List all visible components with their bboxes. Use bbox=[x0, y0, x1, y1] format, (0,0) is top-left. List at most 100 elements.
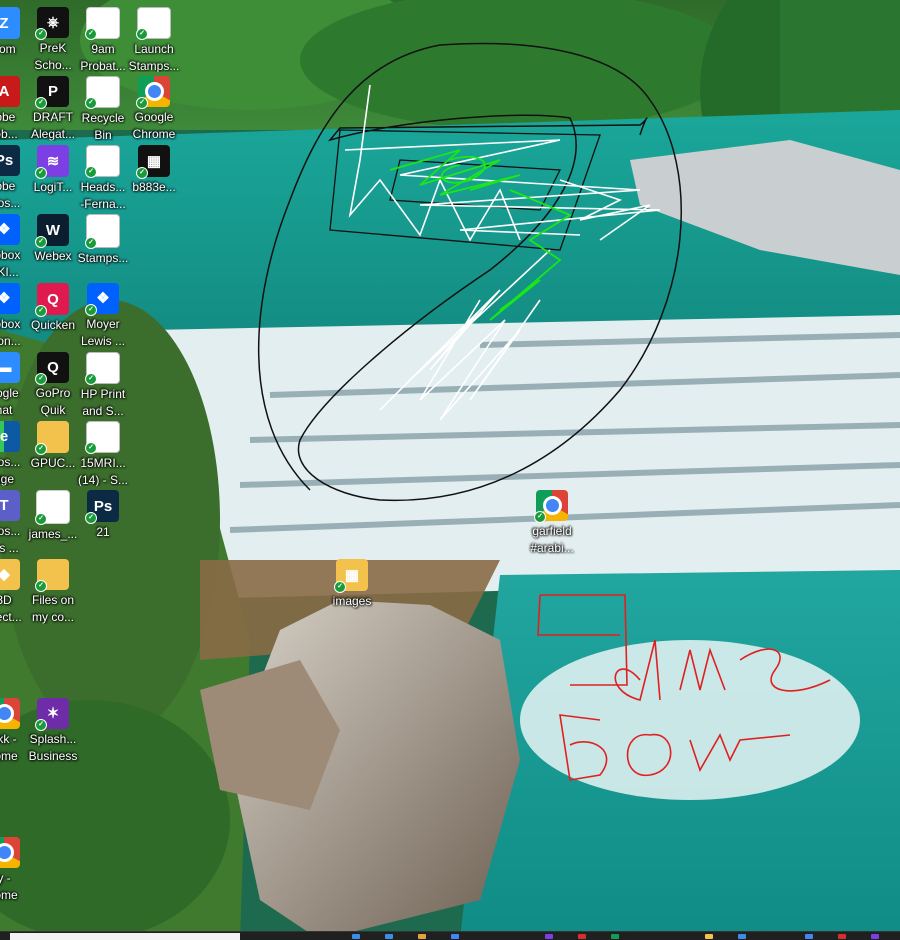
desktop-icon-label: Moyer Lewis ... bbox=[80, 316, 125, 348]
recycle-icon: ♻ ✓ bbox=[85, 76, 120, 109]
desktop-icon-splash[interactable]: ✶ ✓ Splash... Business bbox=[19, 695, 87, 763]
quicken-glyph: Q bbox=[47, 290, 59, 308]
edge-glyph: e bbox=[0, 427, 9, 445]
gpuc-icon: ✓ bbox=[35, 421, 69, 455]
sync-status-icon: ✓ bbox=[35, 372, 47, 385]
zoom-icon: Z✓ bbox=[0, 7, 20, 39]
moyer-glyph: ❖ bbox=[96, 290, 110, 308]
sync-status-icon: ✓ bbox=[35, 27, 47, 40]
sync-status-icon: ✓ bbox=[35, 236, 47, 248]
desktop-icon-label: garfield #arabi... bbox=[530, 523, 574, 555]
desktop-icon-label: 21 bbox=[96, 525, 110, 539]
draft-icon: P ✓ bbox=[35, 76, 69, 109]
quicken-icon: Q ✓ bbox=[35, 283, 69, 317]
kkk-icon: ✓ bbox=[0, 698, 20, 729]
15mri-glyph: 🖥 bbox=[93, 428, 113, 446]
desktop-icon-moyer[interactable]: ❖ ✓ Moyer Lewis ... bbox=[69, 280, 137, 348]
chrome1-icon: ✓ bbox=[136, 76, 170, 109]
desktop-icon-15mri[interactable]: 🖥 ✓ 15MRI... (14) - S... bbox=[69, 418, 137, 486]
james-icon: PDF ✓ bbox=[35, 490, 70, 525]
taskbar-app-icon[interactable] bbox=[451, 934, 459, 939]
sync-status-icon: ✓ bbox=[35, 305, 47, 317]
sync-status-icon: ✓ bbox=[85, 372, 97, 385]
taskbar-app-icon[interactable] bbox=[385, 934, 393, 939]
heads-icon: ☺ ✓ bbox=[85, 145, 120, 178]
prek-glyph: ⎈ bbox=[46, 13, 59, 31]
taskbar-app-icon[interactable] bbox=[352, 934, 360, 939]
taskbar-app-icon[interactable] bbox=[611, 934, 619, 939]
desktop-icon-stamps[interactable]: ✓ Stamps... bbox=[69, 211, 137, 279]
desktop-icon-label: images bbox=[332, 594, 372, 608]
draft-glyph: P bbox=[47, 82, 58, 100]
heads-glyph: ☺ bbox=[95, 152, 111, 170]
sync-status-icon: ✓ bbox=[35, 718, 47, 731]
adobe1-icon: A✓ bbox=[0, 76, 20, 107]
sync-status-icon: ✓ bbox=[35, 167, 47, 179]
prek-icon: ⎈ ✓ bbox=[35, 7, 69, 40]
gopro-glyph: Q bbox=[47, 358, 59, 376]
sync-status-icon: ✓ bbox=[534, 510, 546, 523]
stamps-icon: ✓ bbox=[85, 214, 120, 249]
taskbar-app-icon[interactable] bbox=[705, 934, 713, 939]
dropbox2-glyph: ❖ bbox=[0, 290, 11, 308]
desktop-icon-chrome2[interactable]: ✓ y - rome bbox=[0, 834, 38, 902]
desktop-icon-launch[interactable]: ✉ ✓ Launch Stamps... bbox=[120, 4, 188, 72]
15mri-icon: 🖥 ✓ bbox=[85, 421, 120, 454]
taskbar-app-icon[interactable] bbox=[418, 934, 426, 939]
21-icon: Ps ✓ bbox=[85, 490, 119, 524]
garfield-icon: ✓ bbox=[534, 490, 568, 523]
recycle-glyph: ♻ bbox=[96, 83, 110, 101]
taskbar-app-icon[interactable] bbox=[545, 934, 553, 939]
b883-icon: ▦ ✓ bbox=[136, 145, 170, 179]
gchat-icon: ▬✓ bbox=[0, 352, 20, 383]
taskbar bbox=[0, 931, 900, 940]
teams-icon: T✓ bbox=[0, 490, 20, 521]
sync-status-icon: ✓ bbox=[35, 443, 47, 455]
chrome2-icon: ✓ bbox=[0, 837, 20, 868]
adobe1-glyph: A bbox=[0, 82, 10, 100]
desktop-icon-label: Launch Stamps... bbox=[128, 41, 180, 72]
images-icon: ▦ ✓ bbox=[334, 559, 368, 593]
sync-status-icon: ✓ bbox=[85, 27, 97, 40]
sync-status-icon: ✓ bbox=[35, 513, 47, 525]
adobe2-icon: Ps✓ bbox=[0, 145, 20, 176]
sync-status-icon: ✓ bbox=[136, 27, 148, 40]
logi-glyph: ≋ bbox=[46, 153, 60, 170]
logi-icon: ≋ ✓ bbox=[35, 145, 69, 179]
hpprint-glyph: 🖨 bbox=[93, 359, 113, 377]
sync-status-icon: ✓ bbox=[85, 512, 97, 524]
desktop-icon-garfield[interactable]: ✓ garfield #arabi... bbox=[518, 487, 586, 555]
9am-icon: PDF ✓ bbox=[85, 7, 120, 40]
desktop-icon-label: Stamps... bbox=[77, 251, 129, 265]
3d-glyph: ◆ bbox=[0, 566, 10, 584]
taskbar-app-icon[interactable] bbox=[871, 934, 879, 939]
taskbar-app-icon[interactable] bbox=[805, 934, 813, 939]
dropbox1-icon: ❖✓ bbox=[0, 214, 20, 245]
desktop-icon-label: HP Print and S... bbox=[80, 386, 126, 417]
taskbar-search-box[interactable] bbox=[10, 933, 240, 940]
edge-icon: e✓ bbox=[0, 421, 20, 452]
hpprint-icon: 🖨 ✓ bbox=[85, 352, 120, 385]
b883-glyph: ▦ bbox=[146, 153, 162, 170]
desktop-icon-label: b883e... bbox=[132, 180, 176, 194]
desktop-icon-b883[interactable]: ▦ ✓ b883e... bbox=[120, 142, 188, 210]
desktop[interactable]: Z✓oom⎈✓PreK Scho...PDF✓9am Probat...✉✓La… bbox=[0, 0, 900, 940]
desktop-icon-hpprint[interactable]: 🖨 ✓ HP Print and S... bbox=[69, 349, 137, 417]
webex-glyph: W bbox=[45, 221, 61, 239]
taskbar-app-icon[interactable] bbox=[738, 934, 746, 939]
webex-icon: W ✓ bbox=[35, 214, 69, 248]
gopro-icon: Q ✓ bbox=[35, 352, 69, 385]
taskbar-app-icon[interactable] bbox=[578, 934, 586, 939]
sync-status-icon: ✓ bbox=[85, 237, 97, 249]
launch-icon: ✉ ✓ bbox=[136, 7, 171, 40]
taskbar-app-icon[interactable] bbox=[838, 934, 846, 939]
sync-status-icon: ✓ bbox=[85, 165, 97, 178]
desktop-icon-21[interactable]: Ps ✓ 21 bbox=[69, 487, 137, 555]
sync-status-icon: ✓ bbox=[35, 96, 47, 109]
sync-status-icon: ✓ bbox=[136, 167, 148, 179]
splash-glyph: ✶ bbox=[46, 705, 60, 723]
21-glyph: Ps bbox=[93, 497, 113, 515]
desktop-icon-fileson[interactable]: ✓ Files on my co... bbox=[19, 556, 87, 624]
desktop-icon-images[interactable]: ▦ ✓ images bbox=[318, 556, 386, 624]
desktop-icon-chrome1[interactable]: ✓ Google Chrome bbox=[120, 73, 188, 141]
